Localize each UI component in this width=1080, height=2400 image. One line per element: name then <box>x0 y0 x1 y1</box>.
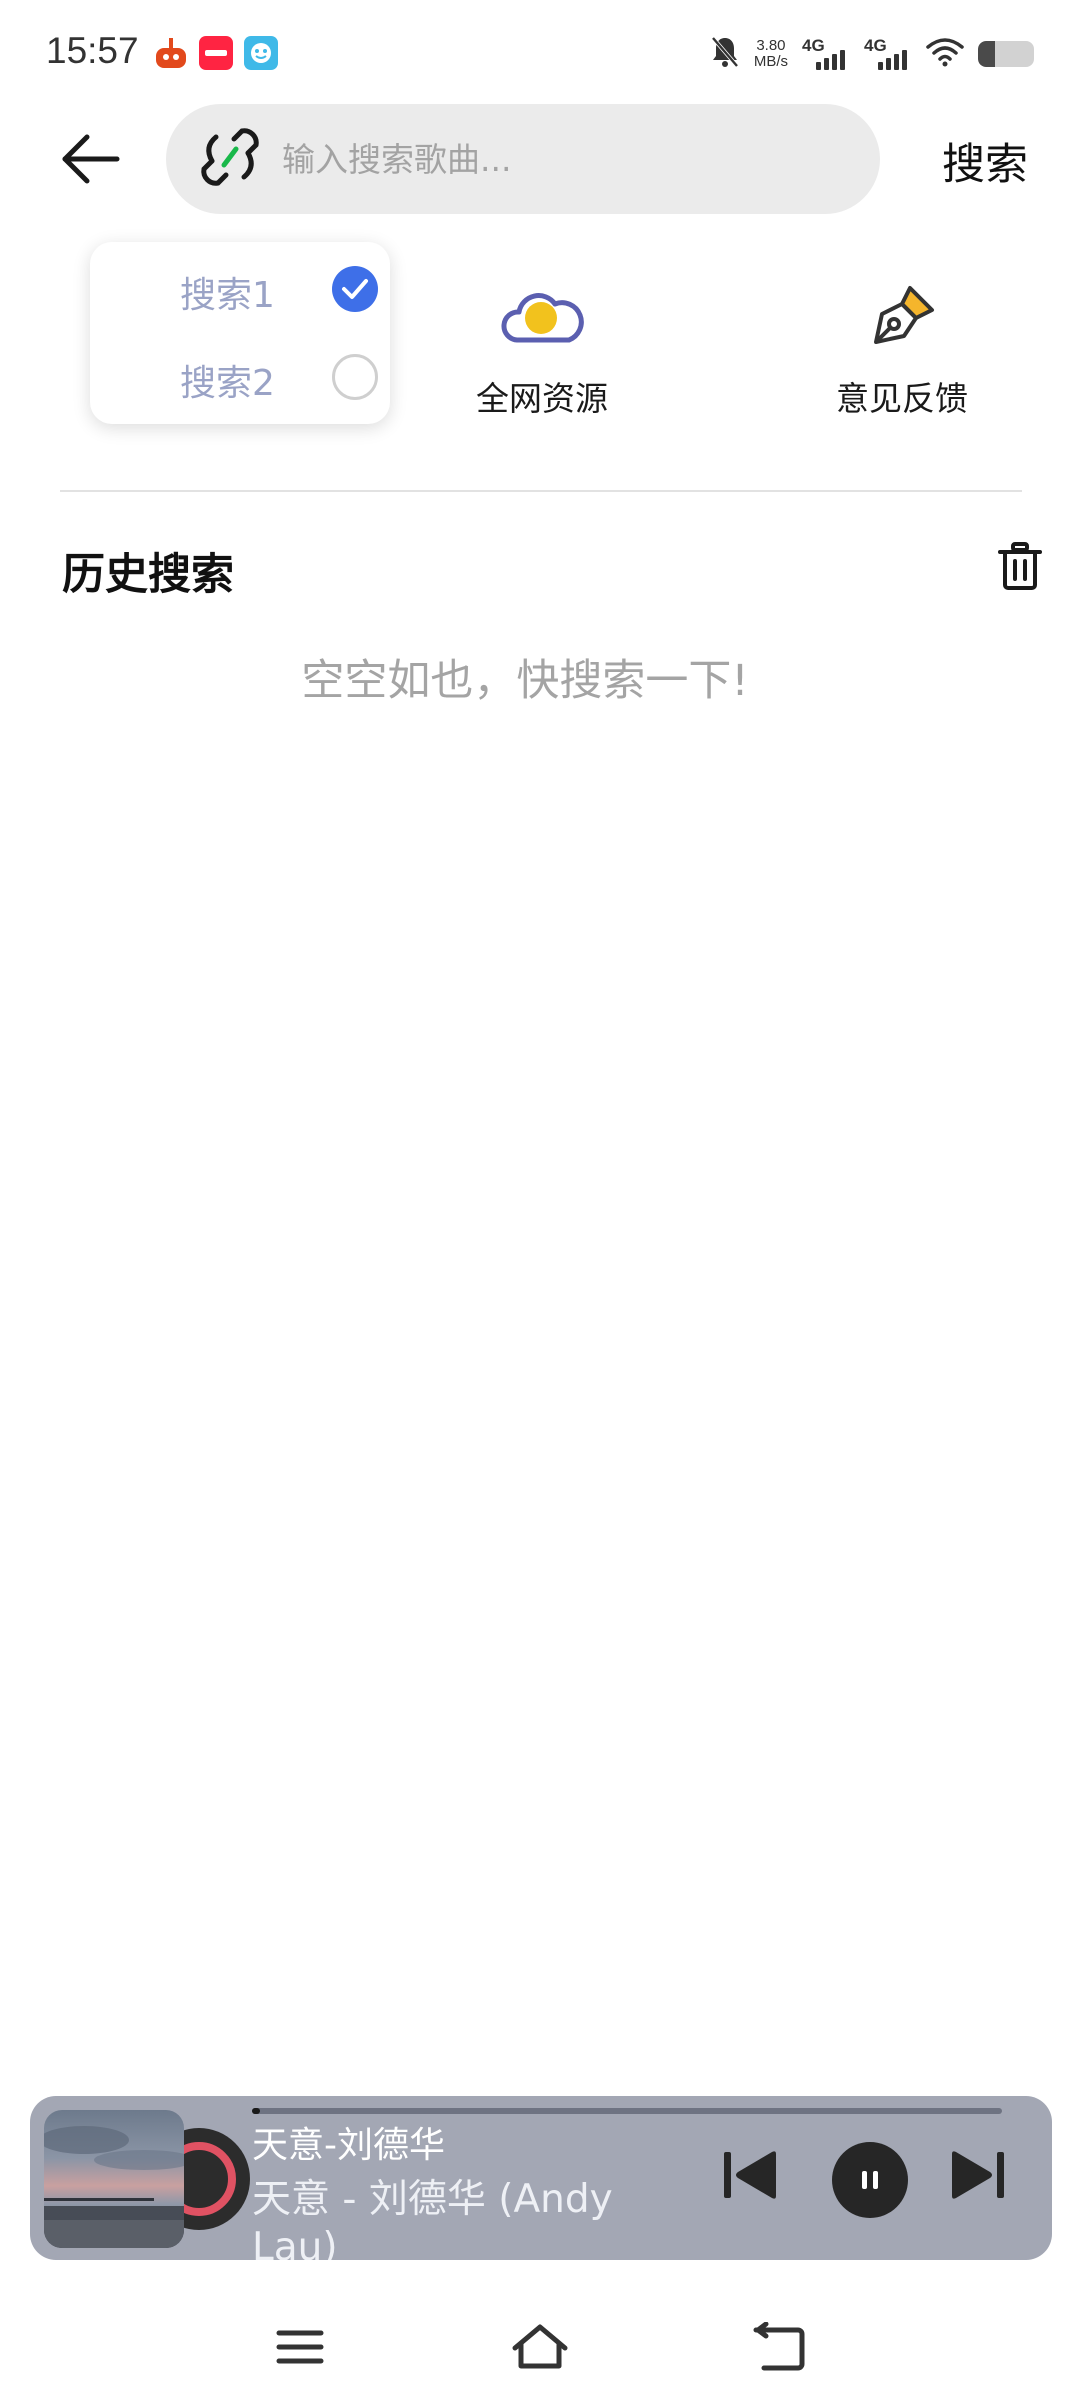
playback-progress-bar[interactable] <box>252 2108 1002 2114</box>
bell-muted-icon <box>710 35 740 73</box>
search-box[interactable] <box>166 104 880 214</box>
notification-app-icon-food <box>154 36 188 70</box>
sim2-label: 4G <box>864 36 887 55</box>
next-track-button[interactable] <box>942 2140 1012 2210</box>
network-speed-unit: MB/s <box>753 53 788 70</box>
source-option-2-label[interactable]: 搜索2 <box>180 354 275 406</box>
quick-action-label: 意见反馈 <box>836 379 968 418</box>
status-time: 15:57 <box>46 30 139 71</box>
battery-icon <box>978 41 1034 67</box>
album-cover[interactable] <box>44 2110 184 2248</box>
clear-history-button[interactable] <box>990 536 1050 596</box>
search-button[interactable]: 搜索 <box>942 130 1028 192</box>
checkmark-icon <box>342 279 368 299</box>
now-playing-subtitle: 天意 - 刘德华 (Andy Lau) <box>252 2177 613 2260</box>
quick-action-feedback[interactable]: 意见反馈 <box>792 282 1012 420</box>
back-button[interactable] <box>50 124 130 194</box>
status-indicators: 3.80 MB/s 4G 4G <box>710 32 1034 76</box>
search-header: 搜索 <box>0 100 1080 220</box>
return-icon <box>753 2322 805 2371</box>
quick-action-label: 全网资源 <box>476 379 608 418</box>
pause-button[interactable] <box>832 2142 908 2218</box>
system-navigation-bar <box>0 2290 1080 2400</box>
notification-app-icon-xiaohongshu <box>199 36 233 70</box>
network-speed-value: 3.80 <box>756 37 786 54</box>
source-option-1-label[interactable]: 搜索1 <box>180 266 275 318</box>
divider <box>60 490 1022 492</box>
menu-icon <box>276 2330 324 2364</box>
signal-sim1: 4G <box>802 36 850 70</box>
quick-action-all-resources[interactable]: 全网资源 <box>432 282 652 420</box>
link-icon[interactable] <box>200 127 260 191</box>
history-empty-text: 空空如也，快搜索一下! <box>301 656 749 706</box>
pause-icon <box>862 2171 878 2189</box>
arrow-left-icon <box>62 134 120 184</box>
battery-level <box>978 41 995 67</box>
mini-player[interactable]: 天意-刘德华 天意 - 刘德华 (Andy Lau) <box>30 2096 1052 2260</box>
home-icon <box>512 2324 568 2369</box>
playback-progress-fill <box>252 2108 260 2114</box>
network-speed: 3.80 MB/s <box>754 38 788 70</box>
system-back-button[interactable] <box>740 2312 820 2382</box>
notification-app-icon-assistant <box>244 36 278 70</box>
previous-track-button[interactable] <box>716 2140 786 2210</box>
source-option-1-radio[interactable] <box>332 266 378 312</box>
status-bar: 15:57 3.80 MB/s 4G 4G <box>0 0 1080 104</box>
signal-sim2: 4G <box>864 36 912 70</box>
skip-previous-icon <box>724 2151 776 2199</box>
home-button[interactable] <box>500 2312 580 2382</box>
pen-nib-icon <box>874 286 934 344</box>
wifi-icon <box>926 37 964 71</box>
now-playing-title: 天意-刘德华 <box>252 2125 445 2166</box>
trash-icon <box>998 542 1042 590</box>
history-title: 历史搜索 <box>62 550 234 600</box>
cloud-sun-icon <box>501 293 584 343</box>
sim1-label: 4G <box>802 36 825 55</box>
skip-next-icon <box>952 2151 1004 2199</box>
source-option-2-radio[interactable] <box>332 354 378 400</box>
search-input[interactable] <box>282 139 842 179</box>
search-source-popup: 搜索1 搜索2 <box>90 242 390 424</box>
recent-apps-button[interactable] <box>260 2312 340 2382</box>
